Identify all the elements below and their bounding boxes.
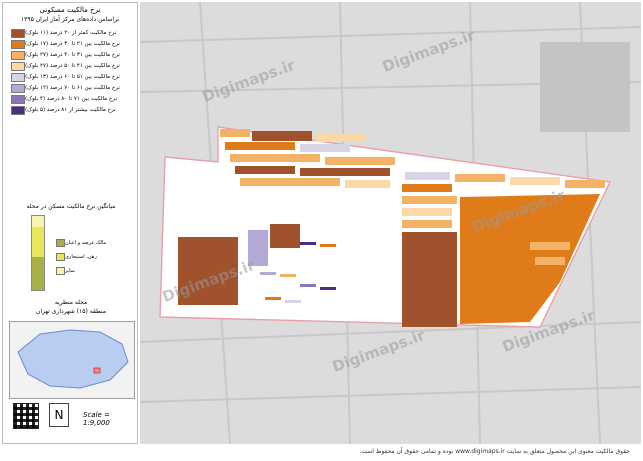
neighborhood-name: محله منظریه <box>54 299 88 306</box>
legend-item: نرخ مالکیت بین ۵۱ تا ۶۰ درصد (۱۳ بلوک) <box>7 72 133 82</box>
stacked-bar-legend-swatch <box>56 253 65 261</box>
stacked-bar-segment <box>32 256 44 290</box>
block <box>315 134 365 142</box>
block <box>225 142 295 150</box>
legend-item: نرخ مالکیت بین ۷۱ تا ۸۰ درصد (۴ بلوک) <box>7 94 133 104</box>
block <box>270 224 300 248</box>
block <box>265 297 281 300</box>
block <box>300 168 390 176</box>
legend-swatch <box>11 83 25 93</box>
neighborhood-location-marker <box>93 367 101 374</box>
legend-swatch <box>11 50 25 60</box>
legend-subtitle: براساس داده‌های مرکز آمار ایران ۱۳۹۵ <box>20 16 120 23</box>
qr-code <box>13 403 39 429</box>
legend-swatch <box>11 72 25 82</box>
tehran-outline <box>17 329 129 389</box>
legend-label: نرخ مالکیت بیشتر از ۸۱ درصد (۵ بلوک) <box>25 107 116 113</box>
block <box>405 172 450 180</box>
map-scale: Scale = 1:9,000 <box>83 411 110 427</box>
block <box>230 154 320 162</box>
block <box>402 220 452 228</box>
large-block <box>540 42 630 132</box>
legend-item: نرخ مالکیت کمتر از ۲۰ درصد (۱۱ بلوک) <box>7 28 133 38</box>
legend-label: نرخ مالکیت بین ۷۱ تا ۸۰ درصد (۴ بلوک) <box>25 96 117 102</box>
block <box>345 180 390 188</box>
block <box>300 144 350 152</box>
stacked-bar-segment <box>32 227 44 257</box>
legend-swatch <box>11 61 25 71</box>
legend-swatch <box>11 105 25 115</box>
legend-label: نرخ مالکیت بین ۶۱ تا ۷۰ درصد (۱۲ بلوک) <box>25 85 120 91</box>
stacked-bar-legend-item: مالک عرصه و اعیان <box>53 239 106 247</box>
legend-item: نرخ مالکیت بین ۶۱ تا ۷۰ درصد (۱۲ بلوک) <box>7 83 133 93</box>
block <box>320 244 336 247</box>
block <box>402 196 457 204</box>
legend-item: نرخ مالکیت بین ۴۱ تا ۵۰ درصد (۲۷ بلوک) <box>7 61 133 71</box>
legend-label: نرخ مالکیت بین ۲۱ تا ۳۰ درصد (۱۷ بلوک) <box>25 41 120 47</box>
block <box>240 178 340 186</box>
block <box>260 272 276 275</box>
block <box>565 180 605 188</box>
legend-swatch <box>11 39 25 49</box>
ownership-stacked-bar <box>31 215 45 291</box>
block <box>325 157 395 165</box>
block <box>535 257 565 265</box>
block <box>455 174 505 182</box>
block <box>402 184 452 192</box>
legend-label: نرخ مالکیت بین ۳۱ تا ۴۰ درصد (۲۷ بلوک) <box>25 52 120 58</box>
block <box>300 284 316 287</box>
stacked-bar-segment <box>32 216 44 228</box>
stacked-bar-legend-label: مالک عرصه و اعیان <box>65 240 107 246</box>
location-inset-map <box>9 321 135 399</box>
legend-swatch <box>11 28 25 38</box>
block <box>530 242 570 250</box>
legend-item: نرخ مالکیت بیشتر از ۸۱ درصد (۵ بلوک) <box>7 105 133 115</box>
stacked-bar-legend-label: سایر <box>65 268 75 274</box>
chart-title: میانگین نرخ مالکیت مسکن در محله <box>26 203 116 210</box>
inset-map-svg <box>17 329 129 389</box>
block <box>252 131 312 141</box>
block <box>285 300 301 303</box>
block <box>280 274 296 277</box>
block <box>402 232 457 327</box>
stacked-bar-legend-swatch <box>56 267 65 275</box>
block <box>235 166 295 174</box>
road <box>140 26 641 43</box>
block <box>510 177 560 185</box>
north-arrow-icon: N <box>49 403 69 427</box>
block <box>220 129 250 137</box>
legend-label: نرخ مالکیت کمتر از ۲۰ درصد (۱۱ بلوک) <box>25 30 117 36</box>
legend-label: نرخ مالکیت بین ۵۱ تا ۶۰ درصد (۱۳ بلوک) <box>25 74 120 80</box>
map-legend: نرخ مالکیت مسکونی براساس داده‌های مرکز آ… <box>2 2 138 444</box>
main-map[interactable]: Digimaps.ir Digimaps.ir Digimaps.ir Digi… <box>140 2 641 444</box>
stacked-bar-legend-item: رهن، استیجاری <box>53 253 97 261</box>
stacked-bar-legend-label: رهن، استیجاری <box>65 254 97 260</box>
legend-item: نرخ مالکیت بین ۲۱ تا ۳۰ درصد (۱۷ بلوک) <box>7 39 133 49</box>
stacked-bar-legend-item: سایر <box>53 267 75 275</box>
block <box>402 208 452 216</box>
stacked-bar-legend-swatch <box>56 239 65 247</box>
legend-items: نرخ مالکیت کمتر از ۲۰ درصد (۱۱ بلوک) نرخ … <box>3 28 137 115</box>
road <box>140 386 641 403</box>
legend-swatch <box>11 94 25 104</box>
legend-label: نرخ مالکیت بین ۴۱ تا ۵۰ درصد (۲۷ بلوک) <box>25 63 120 69</box>
legend-title: نرخ مالکیت مسکونی <box>39 6 101 14</box>
region-name: منطقه (۱۵) شهرداری تهران <box>36 308 106 315</box>
block <box>300 242 316 245</box>
copyright-notice: حقوق مالکیت معنوی این محصول متعلق به سای… <box>359 448 630 455</box>
legend-item: نرخ مالکیت بین ۳۱ تا ۴۰ درصد (۲۷ بلوک) <box>7 50 133 60</box>
block <box>320 287 336 290</box>
